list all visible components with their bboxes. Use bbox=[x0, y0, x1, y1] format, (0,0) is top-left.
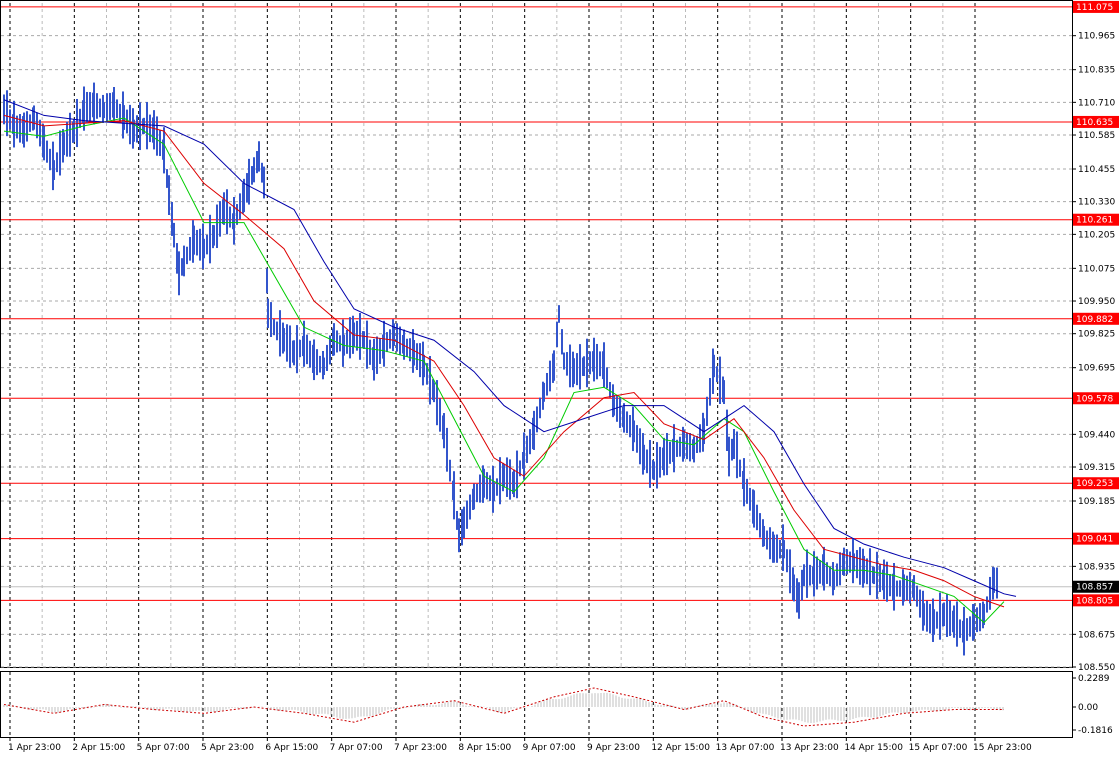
time-tick-label: 8 Apr 15:00 bbox=[458, 743, 511, 753]
oscillator-pane-frame bbox=[0, 671, 1073, 738]
price-tick-label: 109.825 bbox=[1078, 330, 1115, 340]
price-tick-label: 109.315 bbox=[1078, 463, 1115, 473]
price-tick-label: 108.675 bbox=[1078, 630, 1115, 640]
time-tick-label: 7 Apr 23:00 bbox=[394, 743, 447, 753]
level-tag-label: 110.635 bbox=[1076, 118, 1113, 128]
time-tick-label: 15 Apr 07:00 bbox=[909, 743, 968, 753]
price-tick-label: 110.710 bbox=[1078, 98, 1115, 108]
level-tag-label: 109.253 bbox=[1076, 479, 1113, 489]
time-tick-label: 1 Apr 23:00 bbox=[8, 743, 61, 753]
price-tick-label: 110.205 bbox=[1078, 230, 1115, 240]
current-price-label: 108.857 bbox=[1076, 583, 1113, 593]
price-tick-label: 110.330 bbox=[1078, 198, 1115, 208]
price-tick-label: 110.455 bbox=[1078, 165, 1115, 175]
time-tick-label: 2 Apr 15:00 bbox=[72, 743, 125, 753]
price-tick-label: 109.185 bbox=[1078, 497, 1115, 507]
chart-svg: 110.965 110.835 110.710 110.585 110.455 110.3… bbox=[0, 0, 1119, 753]
time-tick-label: 13 Apr 23:00 bbox=[780, 743, 839, 753]
price-tick-label: 109.695 bbox=[1078, 364, 1115, 374]
level-tag-label: 111.075 bbox=[1076, 3, 1113, 13]
time-tick-label: 9 Apr 07:00 bbox=[523, 743, 576, 753]
level-tag-label: 109.882 bbox=[1076, 315, 1113, 325]
osc-tick-label: 0.00 bbox=[1078, 703, 1098, 713]
price-tick-label: 110.585 bbox=[1078, 131, 1115, 141]
price-tick-label: 109.440 bbox=[1078, 430, 1115, 440]
time-tick-label: 14 Apr 15:00 bbox=[844, 743, 903, 753]
time-tick-label: 9 Apr 23:00 bbox=[587, 743, 640, 753]
price-tick-label: 110.965 bbox=[1078, 32, 1115, 42]
time-tick-label: 7 Apr 07:00 bbox=[330, 743, 383, 753]
time-tick-label: 15 Apr 23:00 bbox=[973, 743, 1032, 753]
price-tick-label: 108.550 bbox=[1078, 663, 1115, 673]
time-tick-label: 12 Apr 15:00 bbox=[651, 743, 710, 753]
level-tag-label: 109.578 bbox=[1076, 394, 1113, 404]
level-tag-label: 108.805 bbox=[1076, 596, 1113, 606]
osc-tick-label: -0.1816 bbox=[1078, 726, 1113, 736]
time-tick-label: 6 Apr 15:00 bbox=[265, 743, 318, 753]
price-axis-layer: 110.965 110.835 110.710 110.585 110.455 110.3… bbox=[1072, 0, 1119, 736]
price-tick-label: 110.835 bbox=[1078, 66, 1115, 76]
time-tick-label: 13 Apr 07:00 bbox=[716, 743, 775, 753]
price-chart: 110.965 110.835 110.710 110.585 110.455 110.3… bbox=[0, 0, 1120, 758]
level-tag-label: 110.261 bbox=[1076, 216, 1113, 226]
time-axis-layer: 1 Apr 23:00 2 Apr 15:00 5 Apr 07:00 5 Apr 2… bbox=[8, 737, 1032, 753]
price-tick-label: 108.935 bbox=[1078, 562, 1115, 572]
price-tick-label: 110.075 bbox=[1078, 264, 1115, 274]
level-tag-label: 109.041 bbox=[1076, 535, 1113, 545]
time-tick-label: 5 Apr 07:00 bbox=[137, 743, 190, 753]
osc-tick-label: 0.2289 bbox=[1078, 674, 1110, 684]
time-tick-label: 5 Apr 23:00 bbox=[201, 743, 254, 753]
price-tick-label: 109.950 bbox=[1078, 297, 1115, 307]
